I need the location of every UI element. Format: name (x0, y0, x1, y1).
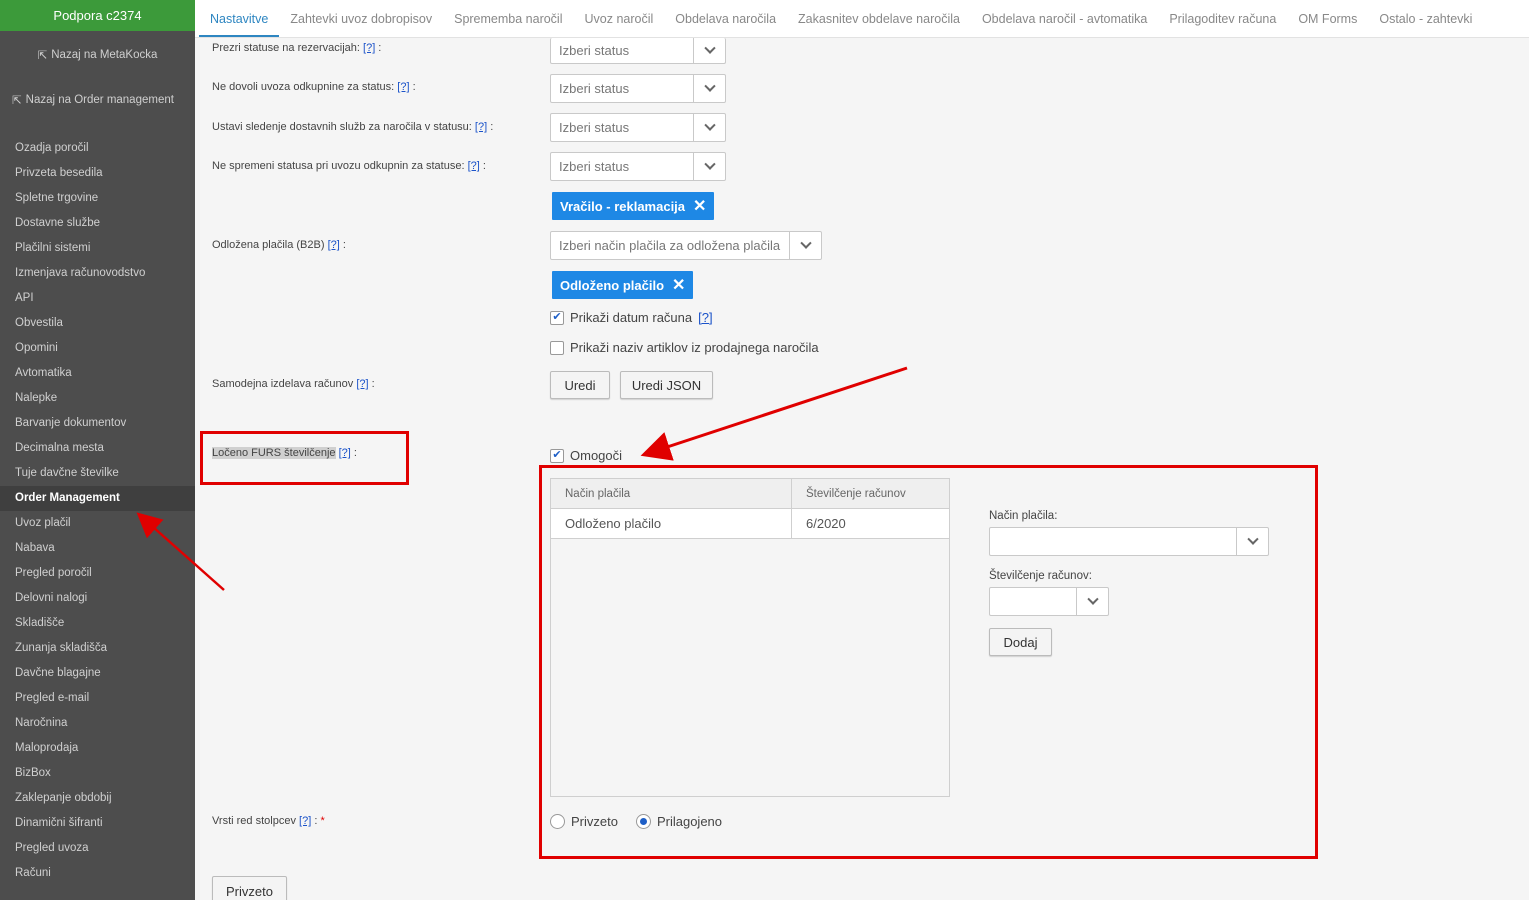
arrow-to-omogoci (640, 366, 908, 461)
annotation-arrows (136, 366, 908, 591)
arrow-to-order-management (136, 512, 225, 591)
